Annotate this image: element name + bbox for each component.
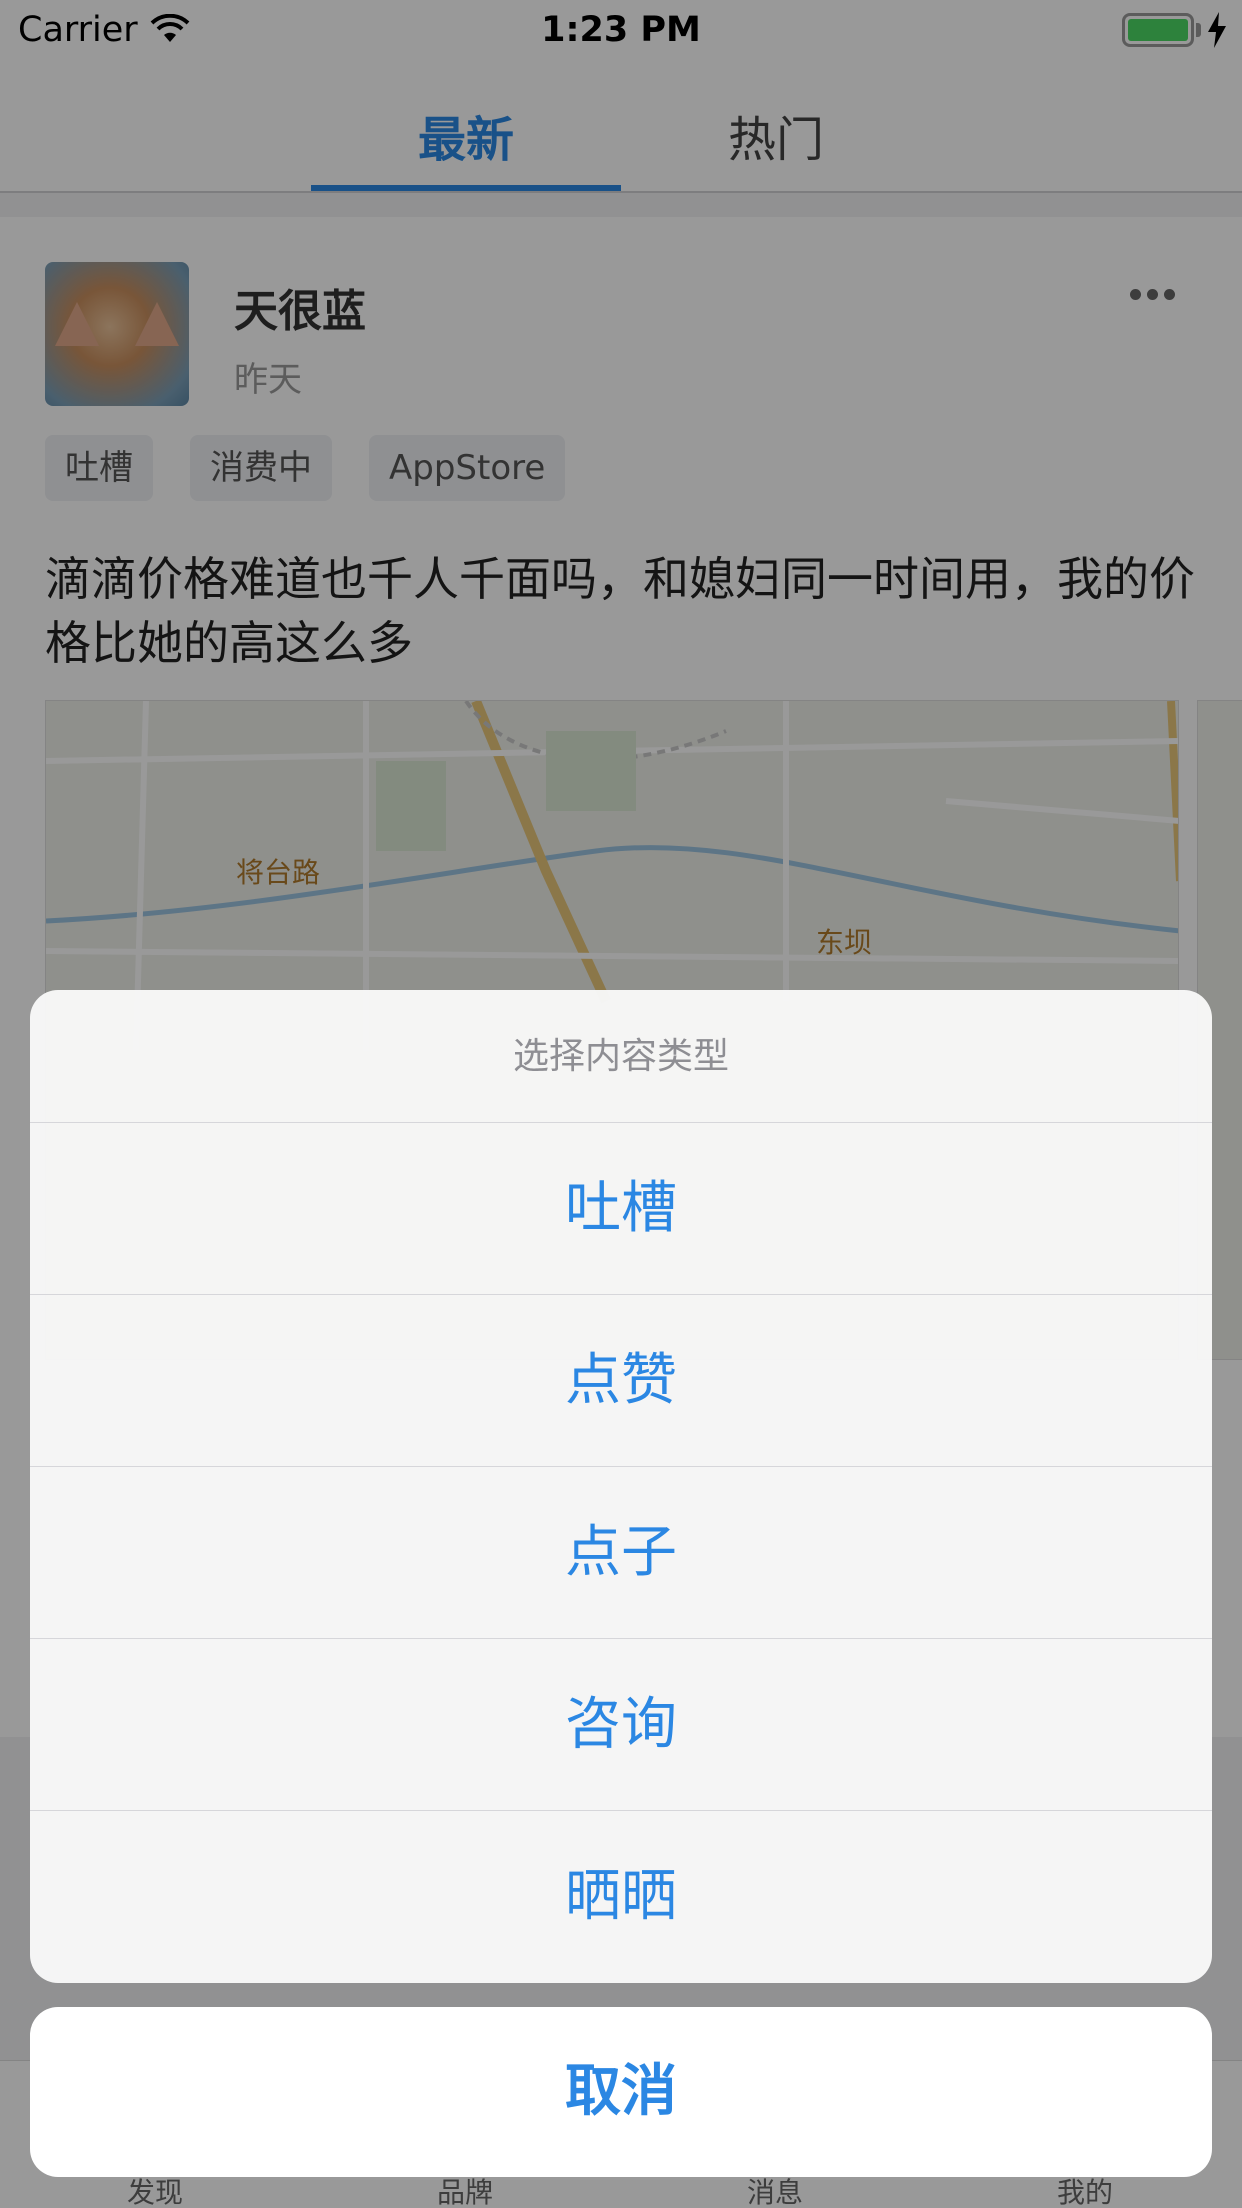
- action-sheet-title: 选择内容类型: [30, 990, 1212, 1123]
- option-complain[interactable]: 吐槽: [30, 1123, 1212, 1295]
- action-sheet: 选择内容类型 吐槽 点赞 点子 咨询 晒晒: [30, 990, 1212, 1983]
- cancel-button[interactable]: 取消: [30, 2007, 1212, 2177]
- option-share[interactable]: 晒晒: [30, 1811, 1212, 1983]
- option-inquiry[interactable]: 咨询: [30, 1639, 1212, 1811]
- option-like[interactable]: 点赞: [30, 1295, 1212, 1467]
- option-idea[interactable]: 点子: [30, 1467, 1212, 1639]
